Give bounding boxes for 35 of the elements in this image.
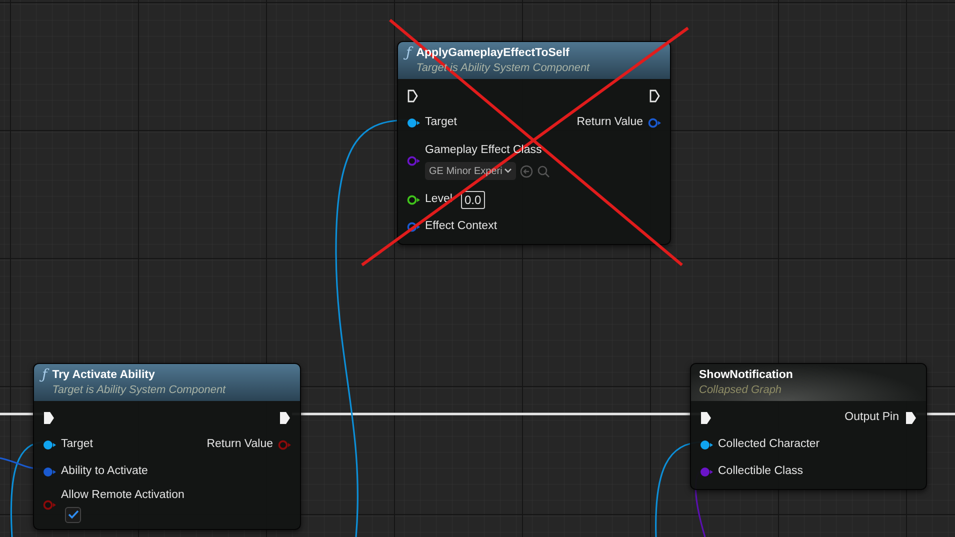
- pin-label: Collected Character: [718, 436, 820, 452]
- search-icon[interactable]: [537, 164, 550, 178]
- pin-label: Effect Context: [425, 218, 498, 234]
- pin-label: Return Value: [576, 114, 643, 130]
- node-subtitle: Collapsed Graph: [699, 383, 783, 398]
- pin-label: Target: [61, 436, 93, 452]
- number-field[interactable]: 0.0: [460, 190, 486, 208]
- function-icon: ƒ: [406, 45, 412, 61]
- pin-label: Allow Remote Activation: [61, 488, 184, 504]
- node-subtitle: Target is Ability System Component: [416, 61, 590, 76]
- graph-node[interactable]: ShowNotification Collapsed Graph Output Pin Collected Character Collectible Class: [690, 363, 927, 490]
- graph-node[interactable]: ƒ Try Activate Ability Target is Ability System Component Target Return Value Ability to Activate Allow Remote Activation: [33, 363, 301, 530]
- chevron-down-icon: [504, 168, 512, 174]
- checkbox[interactable]: [65, 506, 81, 523]
- pin-label: Output Pin: [844, 410, 899, 425]
- exec-pin-icon[interactable]: [905, 410, 917, 424]
- node-title: ShowNotification: [699, 368, 793, 383]
- exec-pin-icon[interactable]: [279, 410, 291, 424]
- function-icon: ƒ: [42, 367, 48, 383]
- pin-label: Collectible Class: [718, 464, 804, 479]
- exec-pin-icon[interactable]: [649, 88, 661, 102]
- exec-pin-icon[interactable]: [407, 88, 419, 102]
- pin-icon[interactable]: [700, 440, 713, 450]
- exec-pin-icon[interactable]: [700, 410, 712, 424]
- pin-icon[interactable]: [407, 194, 420, 204]
- node-title: Try Activate Ability: [52, 368, 156, 383]
- pin-label: Target: [425, 114, 457, 130]
- check-icon: [68, 510, 78, 520]
- pin-icon[interactable]: [43, 440, 56, 450]
- exec-pin-icon[interactable]: [43, 410, 55, 424]
- pin-label: Return Value: [206, 436, 273, 452]
- pin-label: Ability to Activate: [61, 464, 148, 479]
- pin-icon[interactable]: [407, 222, 420, 232]
- pin-icon[interactable]: [407, 118, 420, 128]
- node-subtitle: Target is Ability System Component: [52, 383, 226, 398]
